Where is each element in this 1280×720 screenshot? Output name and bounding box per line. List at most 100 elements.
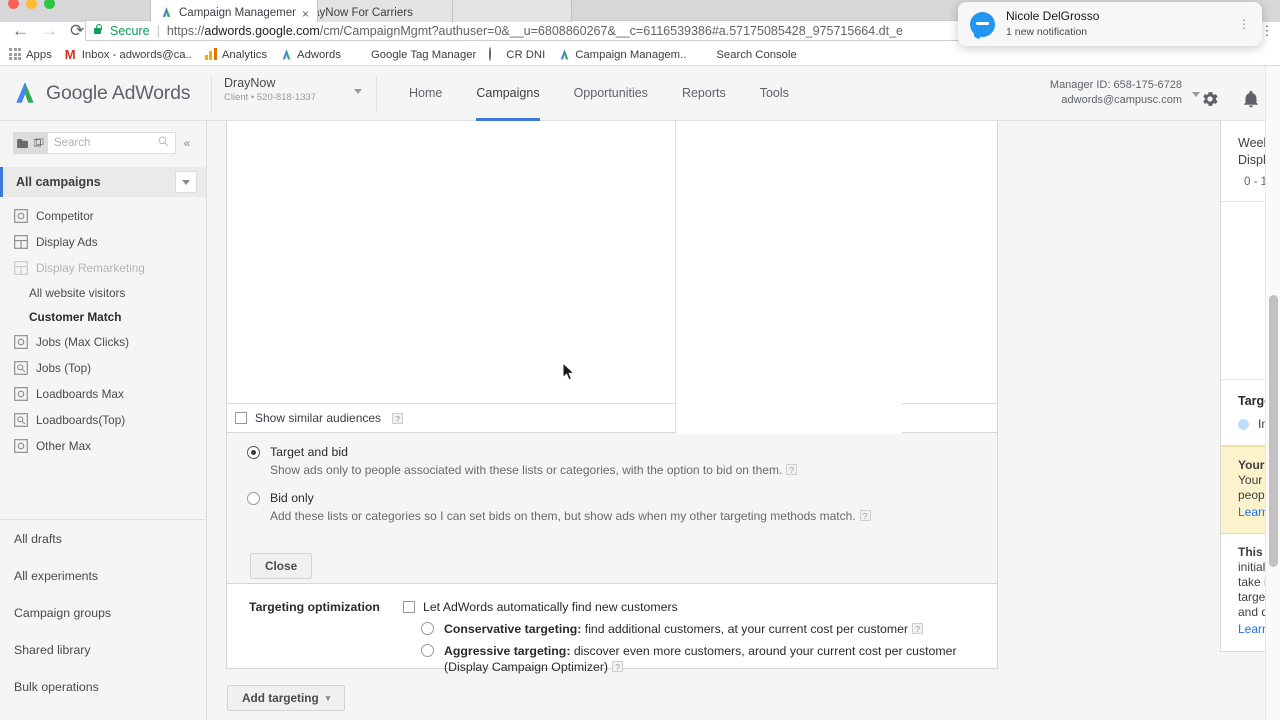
collapse-sidebar-button[interactable]: « xyxy=(176,136,198,150)
page-scrollbar[interactable] xyxy=(1265,66,1280,720)
bell-icon[interactable] xyxy=(1241,88,1261,110)
sidebar-item-display-remarketing[interactable]: Display Remarketing xyxy=(0,255,206,281)
copy-icon[interactable] xyxy=(30,132,47,154)
show-similar-audiences-label: Show similar audiences xyxy=(255,411,382,425)
sidebar-item-all-website-visitors[interactable]: All website visitors xyxy=(0,281,206,305)
targeting-warning-box: Your targeting is very limited. Your ads… xyxy=(1221,446,1265,534)
bookmark-analytics[interactable]: Analytics xyxy=(204,48,267,61)
help-icon[interactable]: ? xyxy=(392,412,404,424)
window-traffic-lights[interactable] xyxy=(8,0,55,9)
minimize-window-button[interactable] xyxy=(26,0,37,9)
display-campaign-icon xyxy=(14,335,28,349)
option-target-and-bid[interactable]: Target and bid xyxy=(247,445,997,459)
tab-campaigns[interactable]: Campaigns xyxy=(459,66,556,121)
analytics-icon xyxy=(204,48,218,61)
sidebar-item-jobs-top[interactable]: Jobs (Top) xyxy=(0,355,206,381)
bookmark-search-console[interactable]: Search Console xyxy=(699,48,796,61)
conservative-targeting-radio[interactable] xyxy=(421,622,434,635)
sidebar-item-loadboards-top[interactable]: Loadboards(Top) xyxy=(0,407,206,433)
close-button[interactable]: Close xyxy=(250,553,313,579)
option-label: Bid only xyxy=(270,491,314,505)
back-button[interactable]: ← xyxy=(12,20,29,42)
sidebar-item-shared-library[interactable]: Shared library xyxy=(0,631,206,668)
browser-menu-icon[interactable]: ⋮ xyxy=(1260,24,1274,38)
option-bid-only[interactable]: Bid only xyxy=(247,491,997,505)
bookmark-apps[interactable]: Apps xyxy=(9,48,52,61)
add-targeting-row: Add targeting ▾ xyxy=(227,685,346,711)
conservative-targeting-strong: Conservative targeting: xyxy=(444,622,582,636)
sidebar-item-display-ads[interactable]: Display Ads xyxy=(0,229,206,255)
bookmark-label: CR DNI xyxy=(506,48,546,61)
conservative-targeting-row[interactable]: Conservative targeting: find additional … xyxy=(421,621,997,637)
search-input[interactable]: Search xyxy=(47,132,176,154)
aggressive-targeting-row[interactable]: Aggressive targeting: discover even more… xyxy=(421,643,997,675)
bookmark-cr-dni[interactable]: CR DNI xyxy=(489,47,546,61)
display-network-icon xyxy=(14,261,28,275)
search-icon xyxy=(158,136,169,150)
page-scrollbar-thumb[interactable] xyxy=(1269,295,1278,567)
note-learn-more-link[interactable]: Learn more xyxy=(1238,622,1265,636)
sidebar-item-competitor[interactable]: Competitor xyxy=(0,203,206,229)
help-icon[interactable]: ? xyxy=(912,623,924,634)
sidebar-item-bulk-operations[interactable]: Bulk operations xyxy=(0,668,206,705)
browser-tab-campaign-management[interactable]: Campaign Management – Goo × xyxy=(150,0,318,22)
add-targeting-button[interactable]: Add targeting ▾ xyxy=(227,685,346,711)
bookmark-adwords[interactable]: Adwords xyxy=(280,48,341,61)
sidebar-item-loadboards-max[interactable]: Loadboards Max xyxy=(0,381,206,407)
sidebar-item-customer-match[interactable]: Customer Match xyxy=(0,305,206,329)
sidebar-item-label: Competitor xyxy=(36,209,94,223)
maximize-window-button[interactable] xyxy=(44,0,55,9)
help-icon[interactable]: ? xyxy=(612,661,624,672)
browser-tab-extra[interactable] xyxy=(452,0,572,22)
target-and-bid-radio[interactable] xyxy=(247,446,260,459)
reload-button[interactable]: ⟳ xyxy=(70,20,84,42)
bookmark-label: Campaign Managem.. xyxy=(575,48,687,61)
adwords-logo[interactable]: Google AdWords xyxy=(12,80,190,106)
bookmark-label: Inbox - adwords@ca.. xyxy=(81,48,192,61)
sidebar-item-label: All experiments xyxy=(14,568,99,583)
gear-icon[interactable] xyxy=(1200,89,1220,109)
avatar xyxy=(970,11,995,37)
help-icon[interactable]: ? xyxy=(859,510,871,521)
option-description-text: Add these lists or categories so I can s… xyxy=(270,509,856,523)
manager-email: adwords@campusc.com xyxy=(1061,94,1182,106)
aggressive-targeting-radio[interactable] xyxy=(421,644,434,657)
tab-reports[interactable]: Reports xyxy=(665,66,743,121)
tab-home[interactable]: Home xyxy=(392,66,459,121)
auto-find-customers-row[interactable]: Let AdWords automatically find new custo… xyxy=(403,600,997,614)
tab-opportunities[interactable]: Opportunities xyxy=(557,66,665,121)
sidebar-item-all-experiments[interactable]: All experiments xyxy=(0,557,206,594)
sidebar-item-label: All drafts xyxy=(14,531,62,546)
notification-toast[interactable]: Nicole DelGrosso 1 new notification ⋮ xyxy=(958,2,1262,46)
all-campaigns-dropdown-button[interactable] xyxy=(175,171,197,193)
folder-icon[interactable] xyxy=(13,132,30,154)
aggressive-targeting-text: Aggressive targeting: discover even more… xyxy=(444,643,974,675)
close-window-button[interactable] xyxy=(8,0,19,9)
bid-only-radio[interactable] xyxy=(247,492,260,505)
chevron-down-icon[interactable] xyxy=(1192,92,1200,97)
bookmark-campaign-management[interactable]: Campaign Managem.. xyxy=(558,48,686,61)
bookmark-tag-manager[interactable]: Google Tag Manager xyxy=(354,48,476,61)
address-bar-url: https://adwords.google.com/cm/CampaignMg… xyxy=(167,24,903,38)
sidebar-item-label: Jobs (Max Clicks) xyxy=(36,335,130,349)
show-similar-audiences-checkbox[interactable] xyxy=(235,412,247,424)
warning-learn-more-link[interactable]: Learn more xyxy=(1238,505,1265,519)
all-campaigns-label: All campaigns xyxy=(16,175,101,189)
sidebar-item-other-max[interactable]: Other Max xyxy=(0,433,206,459)
notification-menu-icon[interactable]: ⋮ xyxy=(1238,18,1250,30)
sidebar-item-all-campaigns[interactable]: All campaigns xyxy=(0,167,206,197)
search-placeholder: Search xyxy=(54,137,91,149)
bookmark-inbox[interactable]: M Inbox - adwords@ca.. xyxy=(65,48,192,61)
sidebar-item-campaign-groups[interactable]: Campaign groups xyxy=(0,594,206,631)
account-selector[interactable]: DrayNow Client • 520-818-1337 xyxy=(211,76,377,112)
tab-tools[interactable]: Tools xyxy=(743,66,806,121)
tab-close-icon[interactable]: × xyxy=(302,8,309,20)
targeting-methods-title: Targeting methods xyxy=(1238,394,1265,408)
url-scheme: https:// xyxy=(166,23,205,38)
manager-account-info[interactable]: Manager ID: 658-175-6728 adwords@campusc… xyxy=(1050,78,1200,108)
sidebar-item-all-drafts[interactable]: All drafts xyxy=(0,520,206,557)
auto-find-customers-checkbox[interactable] xyxy=(403,601,415,613)
help-icon[interactable]: ? xyxy=(786,464,798,475)
sidebar-subitem-label: Customer Match xyxy=(29,310,122,324)
sidebar-item-jobs-max-clicks[interactable]: Jobs (Max Clicks) xyxy=(0,329,206,355)
